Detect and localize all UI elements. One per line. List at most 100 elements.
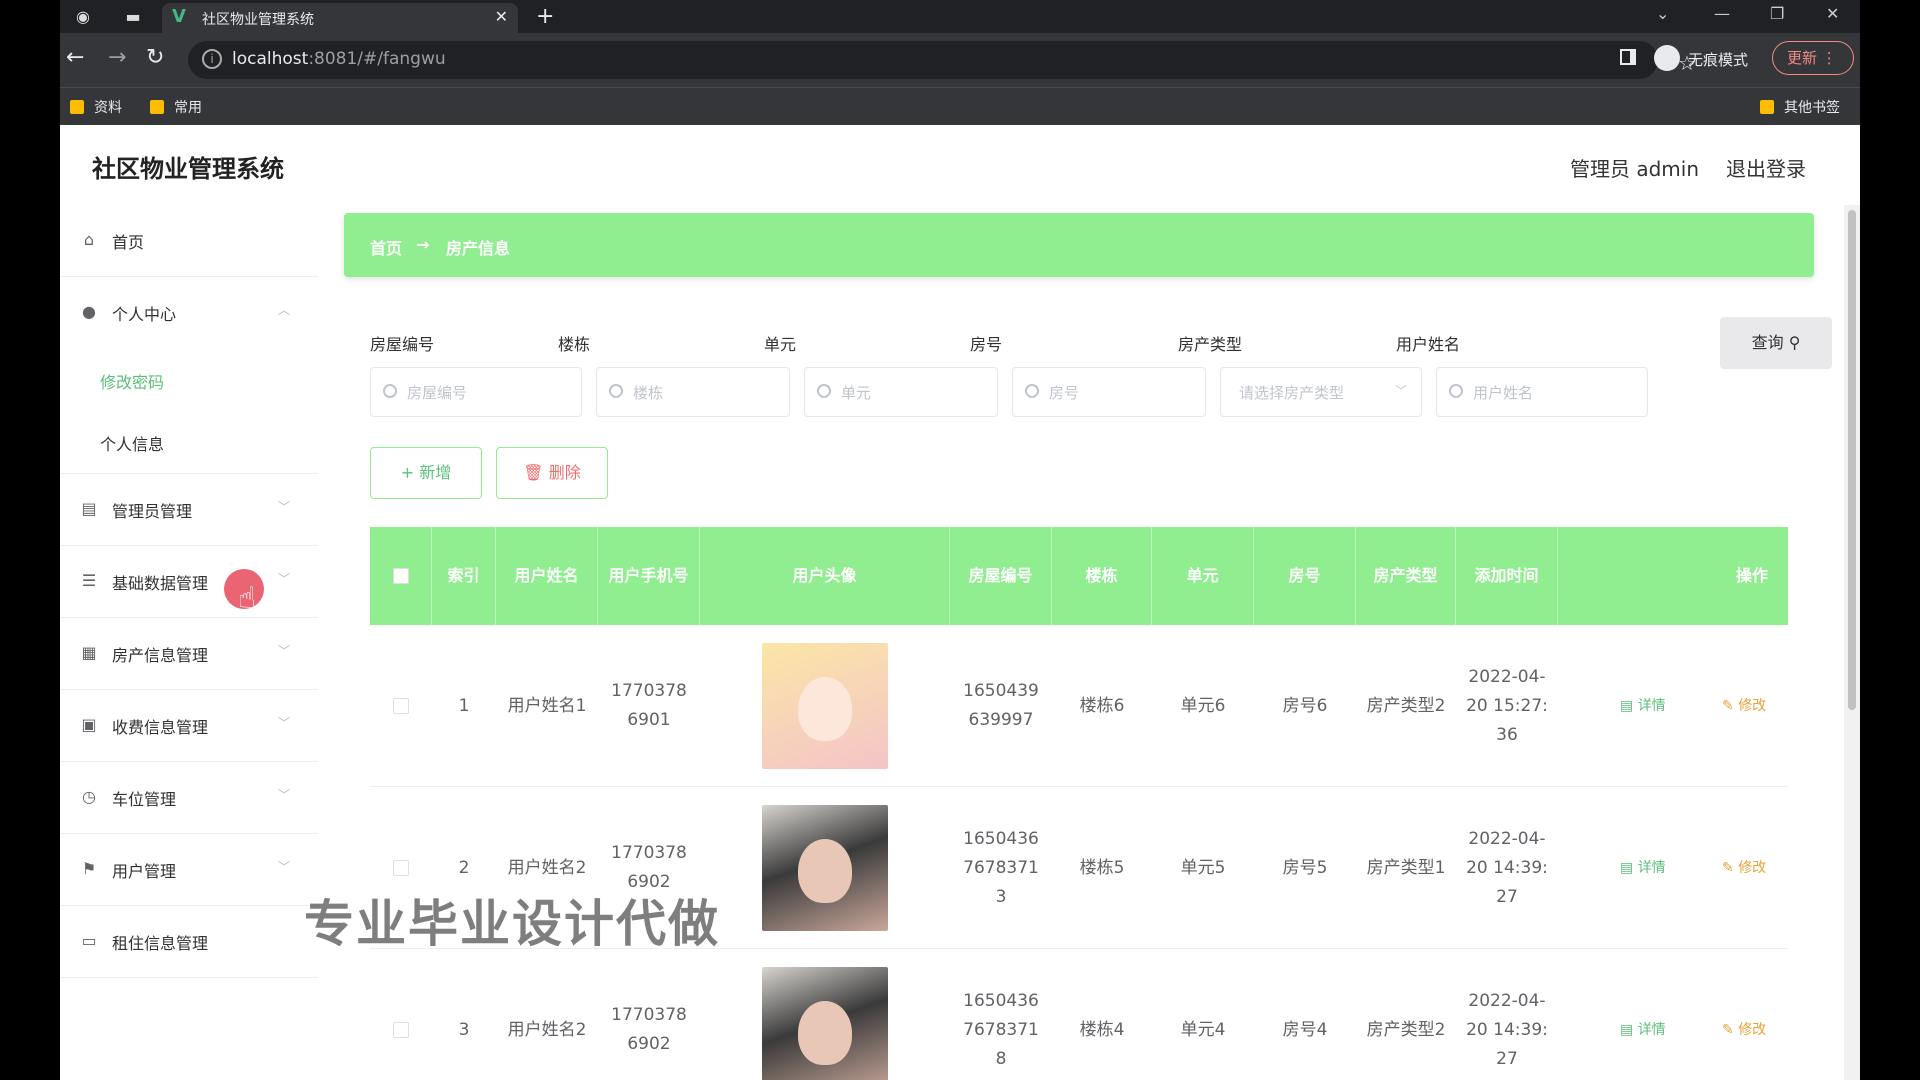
filter-label-building: 楼栋 [558,335,591,354]
back-icon[interactable]: ← [66,45,84,70]
update-button[interactable]: 更新 ⋮ [1772,41,1854,75]
new-tab-icon[interactable]: + [536,4,554,29]
unit-input[interactable]: 单元 [804,367,998,417]
side-panel-icon[interactable] [1620,49,1636,65]
sidebar-item-fees[interactable]: ▣ 收费信息管理 ﹀ [60,690,318,762]
row-checkbox[interactable] [393,860,409,876]
sidebar-item-personal[interactable]: ● 个人中心 ︿ [60,277,318,349]
url-text: localhost:8081/#/fangwu [232,49,446,69]
add-button[interactable]: + 新增 [370,447,482,499]
breadcrumb-home[interactable]: 首页 [370,235,402,259]
th-house-no[interactable]: 房屋编号 [950,527,1052,625]
search-icon [383,384,397,398]
username-input[interactable]: 用户姓名 [1436,367,1648,417]
cell-room: 房号6 [1282,695,1328,716]
filter-label-type: 房产类型 [1178,335,1243,354]
th-index[interactable]: 索引 [432,527,496,625]
th-unit[interactable]: 单元 [1152,527,1254,625]
room-input[interactable]: 房号 [1012,367,1206,417]
active-tab[interactable]: V 社区物业管理系统 ✕ [162,3,518,33]
search-icon: ⚲ [1788,333,1801,352]
grid-icon: ▦ [81,643,97,662]
close-window-icon[interactable]: ✕ [1826,4,1839,23]
detail-button[interactable]: ▤ 详情 [1620,857,1666,877]
bookmark-folder-2[interactable]: 常用 [150,97,202,117]
folder-icon [150,100,164,114]
bookmarks-bar: 资料 常用 其他书签 [60,87,1860,125]
page-scrollbar-thumb[interactable] [1848,210,1856,710]
flag-icon: ⚑ [81,859,97,878]
search-icon [609,384,623,398]
cell-type: 房产类型2 [1366,1019,1446,1040]
cell-unit: 单元6 [1180,695,1226,716]
detail-button[interactable]: ▤ 详情 [1620,695,1666,715]
query-button[interactable]: 查询 ⚲ [1720,317,1832,369]
th-building[interactable]: 楼栋 [1052,527,1152,625]
other-bookmarks[interactable]: 其他书签 [1760,97,1840,117]
edit-button[interactable]: ✎ 修改 [1722,695,1766,715]
address-bar[interactable]: i localhost:8081/#/fangwu ☆ [188,41,1696,79]
building-input[interactable]: 楼栋 [596,367,790,417]
restore-icon[interactable]: ❐ [1770,4,1784,23]
sidebar-item-users[interactable]: ⚑ 用户管理 ﹀ [60,834,318,906]
home-icon: ⌂ [83,230,95,249]
type-select[interactable]: 请选择房产类型 ﹀ [1220,367,1422,417]
search-icon [1449,384,1463,398]
admin-label: 管理员 admin [1570,157,1700,181]
cell-type: 房产类型1 [1366,857,1446,878]
house-no-input[interactable]: 房屋编号 [370,367,582,417]
clock-icon: ◷ [82,787,96,806]
sidebar-item-basic-data[interactable]: ☰ 基础数据管理 ﹀ [60,546,318,618]
bookmark-folder-1[interactable]: 资料 [70,97,122,117]
chevron-down-icon: ﹀ [277,716,290,730]
search-icon [1025,384,1039,398]
sidebar-item-property[interactable]: ▦ 房产信息管理 ﹀ [60,618,318,690]
row-checkbox[interactable] [393,1022,409,1038]
site-info-icon[interactable]: i [202,49,222,69]
filter-label-house-no: 房屋编号 [370,335,435,354]
document-icon: ▤ [1620,860,1634,876]
avatar[interactable] [762,805,888,931]
sidebar-item-parking[interactable]: ◷ 车位管理 ﹀ [60,762,318,834]
tab-close-icon[interactable]: ✕ [495,7,508,26]
logout-link[interactable]: 退出登录 [1726,153,1806,182]
avatar[interactable] [762,967,888,1080]
th-name[interactable]: 用户姓名 [496,527,598,625]
th-phone[interactable]: 用户手机号 [598,527,700,625]
sidebar-item-admin[interactable]: ▤ 管理员管理 ﹀ [60,474,318,546]
cell-house-no: 1650439639997 [963,681,1039,730]
cell-unit: 单元4 [1180,1019,1226,1040]
th-time[interactable]: 添加时间 [1456,527,1558,625]
app-header: 社区物业管理系统 管理员 admin 退出登录 [60,125,1860,205]
breadcrumb-arrow-icon: → [416,235,430,254]
cell-time: 2022-04-20 14:39:27 [1466,828,1548,907]
edit-button[interactable]: ✎ 修改 [1722,1019,1766,1039]
reload-icon[interactable]: ↻ [146,45,164,70]
cell-type: 房产类型2 [1366,695,1446,716]
detail-button[interactable]: ▤ 详情 [1620,1019,1666,1039]
table-header: 索引 用户姓名 用户手机号 用户头像 房屋编号 楼栋 单元 房号 房产类型 添加… [370,527,1788,625]
cell-time: 2022-04-20 15:27:36 [1466,666,1548,745]
chevron-down-icon: ﹀ [277,572,290,586]
sidebar-item-home[interactable]: ⌂ 首页 [60,205,318,277]
forward-icon[interactable]: → [108,45,126,70]
delete-button[interactable]: 🗑 删除 [496,447,608,499]
hand-cursor-icon: ☝ [238,581,257,616]
tab-grid-icon[interactable]: ▬ [122,6,144,28]
avatar[interactable] [762,643,888,769]
select-all-checkbox[interactable] [392,568,409,584]
chevron-down-icon: ﹀ [277,860,290,874]
sidebar-item-rental[interactable]: ▭ 租住信息管理 [60,906,318,978]
th-type[interactable]: 房产类型 [1356,527,1456,625]
edit-button[interactable]: ✎ 修改 [1722,857,1766,877]
cell-phone: 17703786901 [611,681,687,730]
th-avatar[interactable]: 用户头像 [700,527,950,625]
sidebar-subitem-change-password[interactable]: 修改密码 [60,349,318,411]
row-checkbox[interactable] [393,698,409,714]
th-room[interactable]: 房号 [1254,527,1356,625]
minimize-icon[interactable]: — [1714,4,1730,23]
sidebar-subitem-profile[interactable]: 个人信息 [60,411,318,473]
cell-index: 3 [458,1019,470,1040]
browser-logo-icon[interactable]: ◉ [72,6,94,28]
tab-search-icon[interactable]: ⌄ [1656,4,1669,23]
